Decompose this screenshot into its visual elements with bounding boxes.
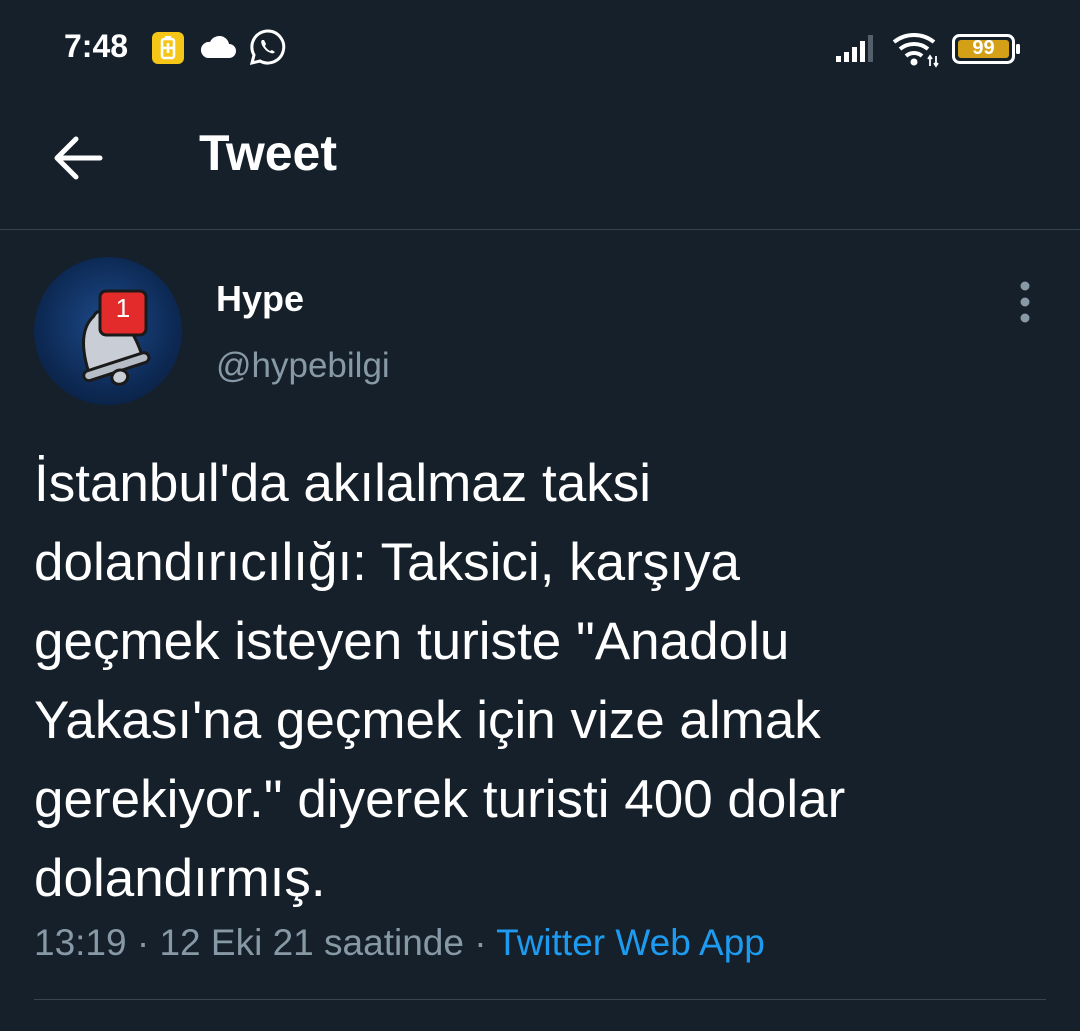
status-bar: 7:48 99 — [0, 0, 1080, 100]
tweet-time[interactable]: 13:19 — [34, 922, 127, 963]
more-options-button[interactable] — [1008, 280, 1042, 324]
back-button[interactable] — [48, 128, 108, 188]
author-name[interactable]: Hype — [216, 278, 304, 320]
battery-saver-icon — [151, 31, 185, 70]
battery-level: 99 — [972, 37, 995, 59]
avatar-badge-count: 1 — [115, 293, 131, 323]
status-time: 7:48 — [64, 28, 129, 64]
notification-bell-icon — [82, 289, 151, 386]
meta-separator: · — [136, 922, 150, 963]
author-handle[interactable]: @hypebilgi — [216, 346, 390, 386]
cloud-icon — [199, 34, 237, 65]
meta-separator: · — [474, 922, 487, 963]
page-title: Tweet — [199, 125, 337, 181]
tweet-date[interactable]: 12 Eki 21 saatinde — [159, 922, 463, 963]
whatsapp-icon — [249, 28, 287, 71]
signal-icon — [836, 34, 878, 67]
divider — [34, 999, 1046, 1000]
tweet-source-link[interactable]: Twitter Web App — [496, 922, 765, 963]
arrow-left-icon — [48, 136, 108, 192]
top-app-bar: Tweet — [0, 100, 1080, 230]
tweet-text: İstanbul'da akılalmaz taksi dolandırıcıl… — [34, 454, 846, 908]
more-vertical-icon — [1008, 281, 1042, 328]
avatar[interactable]: 1 — [34, 257, 182, 405]
tweet-metadata: 13:19 · 12 Eki 21 saatinde · Twitter Web… — [34, 922, 765, 964]
wifi-icon — [892, 30, 940, 73]
